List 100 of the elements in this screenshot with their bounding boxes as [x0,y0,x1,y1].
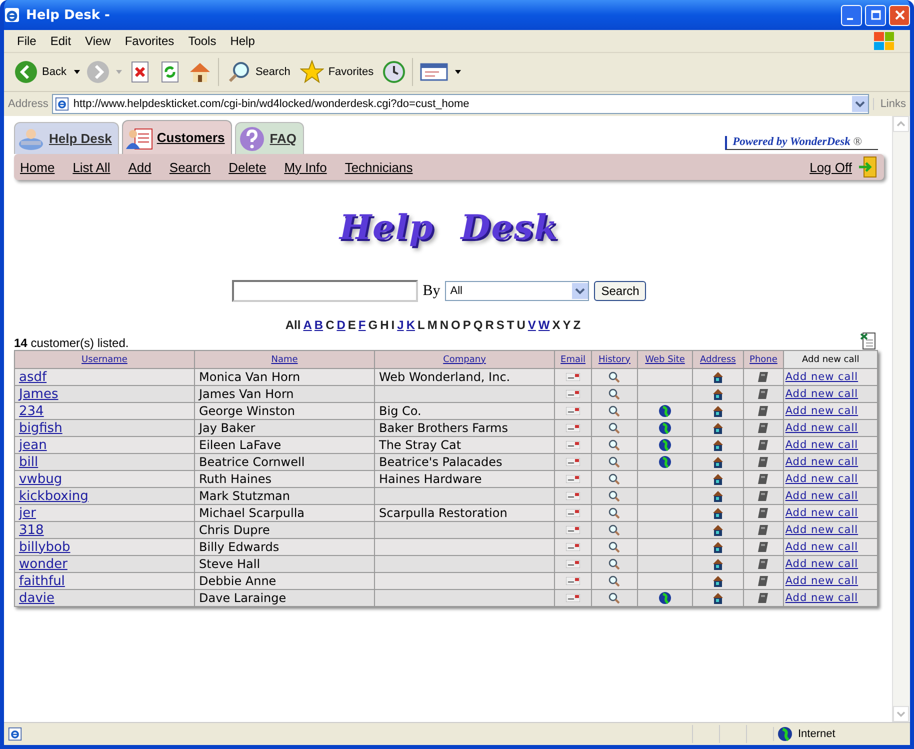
globe-icon[interactable] [659,592,671,604]
email-envelope-icon[interactable] [566,577,580,586]
back-button[interactable]: Back [12,58,68,86]
favorites-button[interactable]: Favorites [298,58,376,86]
magnifier-icon[interactable] [608,575,620,588]
email-envelope-icon[interactable] [566,526,580,534]
nav-link[interactable]: Technicians [344,160,413,174]
email-envelope-icon[interactable] [566,373,580,382]
tab[interactable]: Customers [122,120,232,154]
telephone-icon[interactable] [757,558,770,570]
magnifier-icon[interactable] [608,541,620,554]
telephone-icon[interactable] [757,575,770,588]
search-input[interactable] [232,280,418,302]
telephone-icon[interactable] [757,541,770,554]
magnifier-icon[interactable] [608,405,620,418]
house-icon[interactable] [712,405,724,418]
letter-link[interactable]: D [336,318,346,332]
email-envelope-icon[interactable] [566,594,580,602]
customer-account-link[interactable]: 318 [19,522,44,538]
customer-account-link[interactable]: bill [19,454,38,470]
home-icon[interactable] [188,60,212,84]
search-by-select[interactable]: All [445,281,590,301]
log-off-link[interactable]: Log Off [810,160,852,174]
email-envelope-icon[interactable] [566,475,580,484]
globe-icon[interactable] [659,439,671,452]
menu-item[interactable]: Favorites [118,34,182,48]
letter-link[interactable]: B [314,318,324,332]
address-field[interactable]: http://www.helpdeskticket.com/cgi-bin/wd4locked/wonderdesk.cgi?do=cust_home [52,94,870,114]
email-envelope-icon[interactable] [566,390,580,398]
letter-link[interactable]: V [528,318,536,332]
customer-account-link[interactable]: jer [19,506,36,520]
spreadsheet-export-icon[interactable] [860,332,876,350]
magnifier-icon[interactable] [608,507,620,520]
telephone-icon[interactable] [757,456,770,468]
letter-link[interactable]: K [406,318,415,332]
house-icon[interactable] [712,575,724,588]
magnifier-icon[interactable] [608,592,620,604]
close-button[interactable] [889,4,910,26]
column-header-link[interactable]: Company [443,354,486,364]
house-icon[interactable] [712,490,724,502]
magnifier-icon[interactable] [608,473,620,486]
letter-link[interactable]: W [538,318,550,332]
house-icon[interactable] [712,592,724,604]
magnifier-icon[interactable] [608,371,620,384]
telephone-icon[interactable] [757,405,770,418]
telephone-icon[interactable] [757,388,770,400]
nav-link[interactable]: My Info [284,160,327,174]
globe-icon[interactable] [659,422,671,434]
house-icon[interactable] [712,422,724,434]
customer-account-link[interactable]: asdf [19,370,47,384]
menu-item[interactable]: Edit [43,34,78,48]
nav-link[interactable]: Delete [228,160,266,174]
search-submit-button[interactable]: Search [594,281,646,301]
magnifier-icon[interactable] [608,439,620,452]
column-header-link[interactable]: Username [82,354,128,364]
email-envelope-icon[interactable] [566,458,580,466]
customer-account-link[interactable]: jean [19,438,47,452]
tab[interactable]: Help Desk [14,122,119,154]
telephone-icon[interactable] [757,507,770,520]
magnifier-icon[interactable] [608,558,620,570]
menu-item[interactable]: File [10,34,44,48]
minimize-button[interactable] [841,4,862,26]
house-icon[interactable] [712,456,724,468]
magnifier-icon[interactable] [608,456,620,468]
search-button[interactable]: Search [225,58,292,86]
letter-link[interactable]: F [358,318,366,332]
dropdown-caret-icon[interactable] [74,70,80,74]
house-icon[interactable] [712,388,724,400]
house-icon[interactable] [712,371,724,384]
menu-item[interactable]: Help [223,34,262,48]
email-envelope-icon[interactable] [566,441,580,450]
house-icon[interactable] [712,439,724,452]
telephone-icon[interactable] [757,473,770,486]
telephone-icon[interactable] [757,422,770,434]
email-envelope-icon[interactable] [566,492,580,500]
email-envelope-icon[interactable] [566,407,580,416]
letter-link[interactable]: A [303,318,312,332]
email-envelope-icon[interactable] [566,543,580,552]
menu-item[interactable]: Tools [181,34,224,48]
globe-icon[interactable] [659,456,671,468]
nav-link[interactable]: Add [128,160,152,174]
magnifier-icon[interactable] [608,422,620,434]
magnifier-icon[interactable] [608,524,620,536]
house-icon[interactable] [712,558,724,570]
house-icon[interactable] [712,507,724,520]
letter-link[interactable]: J [397,318,404,332]
nav-link[interactable]: Search [169,160,211,174]
menu-item[interactable]: View [78,34,118,48]
telephone-icon[interactable] [757,371,770,384]
telephone-icon[interactable] [757,490,770,502]
globe-icon[interactable] [659,405,671,418]
customer-account-link[interactable]: 234 [19,404,44,418]
magnifier-icon[interactable] [608,388,620,400]
column-header-link[interactable]: Name [271,354,298,364]
maximize-button[interactable] [865,4,886,26]
house-icon[interactable] [712,473,724,486]
email-envelope-icon[interactable] [566,560,580,568]
house-icon[interactable] [712,541,724,554]
tab[interactable]: FAQ [234,122,304,154]
telephone-icon[interactable] [757,592,770,604]
